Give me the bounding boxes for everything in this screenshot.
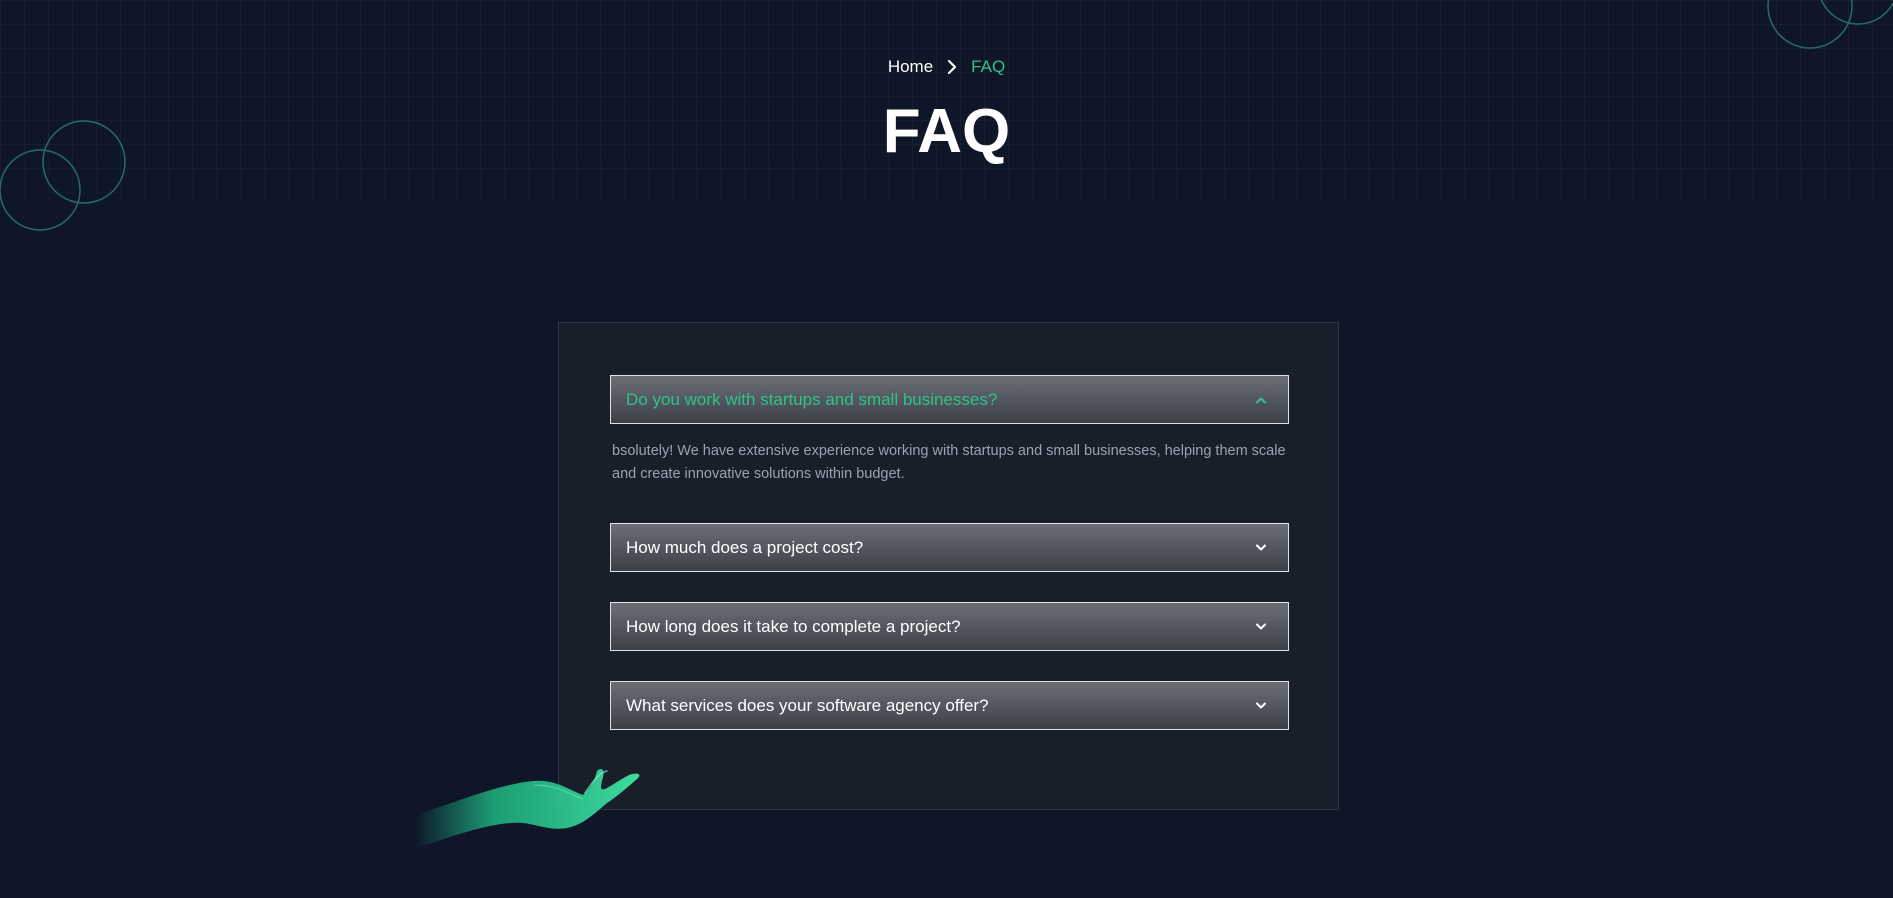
faq-item-cost: How much does a project cost? — [610, 523, 1289, 572]
page-title: FAQ — [882, 97, 1011, 166]
faq-question-button[interactable]: What services does your software agency … — [610, 681, 1289, 730]
breadcrumb: Home FAQ — [0, 57, 1893, 77]
faq-item-startups: Do you work with startups and small busi… — [610, 375, 1289, 486]
chevron-down-icon[interactable] — [1256, 623, 1266, 630]
decor-circle-right-1 — [1767, 0, 1853, 49]
decor-circle-right-2 — [1820, 0, 1893, 25]
faq-question-text: What services does your software agency … — [626, 695, 989, 715]
chevron-down-icon[interactable] — [1256, 544, 1266, 551]
faq-item-services: What services does your software agency … — [610, 681, 1289, 730]
chevron-right-icon — [947, 60, 957, 74]
faq-item-timeline: How long does it take to complete a proj… — [610, 602, 1289, 651]
faq-question-text: Do you work with startups and small busi… — [626, 389, 998, 409]
faq-question-button[interactable]: Do you work with startups and small busi… — [610, 375, 1289, 424]
faq-answer-text: bsolutely! We have extensive experience … — [612, 443, 1286, 482]
breadcrumb-home-link[interactable]: Home — [888, 57, 933, 77]
chevron-up-icon[interactable] — [1256, 396, 1266, 403]
chevron-down-icon[interactable] — [1256, 702, 1266, 709]
breadcrumb-current: FAQ — [971, 57, 1006, 76]
faq-question-text: How much does a project cost? — [626, 537, 864, 557]
faq-page: Home FAQ FAQ Do you work with startups a… — [0, 0, 1893, 898]
faq-question-button[interactable]: How much does a project cost? — [610, 523, 1289, 572]
faq-panel: Do you work with startups and small busi… — [558, 322, 1339, 810]
hand-illustration — [415, 769, 640, 849]
faq-question-text: How long does it take to complete a proj… — [626, 616, 961, 636]
faq-question-button[interactable]: How long does it take to complete a proj… — [610, 602, 1289, 651]
